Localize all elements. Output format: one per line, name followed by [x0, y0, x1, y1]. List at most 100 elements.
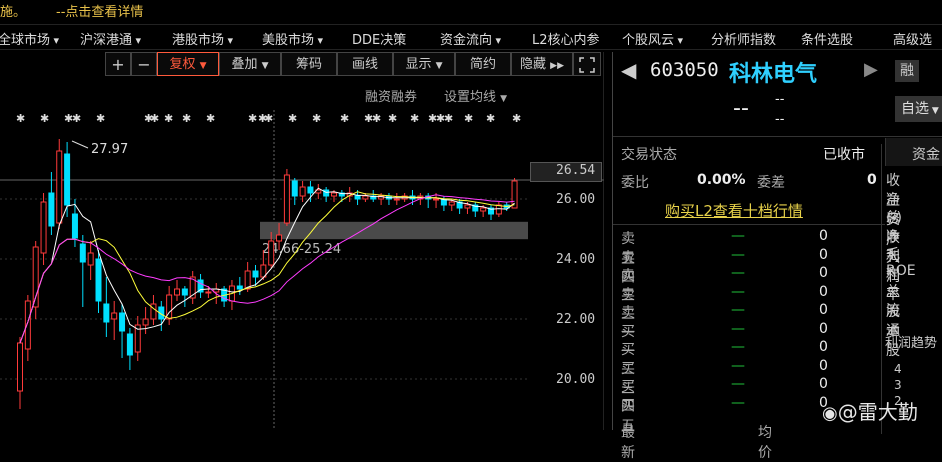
event-marker-icon: ✱ [444, 112, 453, 125]
candle-body [307, 186, 314, 194]
order-volume: 0 [819, 283, 828, 300]
event-marker-icon: ✱ [248, 112, 257, 125]
latest-label: 最新 [621, 425, 635, 461]
candle-body [283, 174, 290, 224]
finance-item: ROE [886, 262, 916, 279]
kline-chart[interactable]: 24.66-25.2427.97✱ ✱ ✱✱ ✱ ✱✱ ✱ ✱ ✱ ✱ ✱✱ ✱ ✱ ✱ ✱✱ ✱ ✱ ✱✱✱ ✱… [0, 0, 604, 430]
chevron-down-icon: ▼ [929, 106, 939, 116]
menu-item[interactable]: 高级选 [893, 29, 932, 48]
event-marker-icon: ✱ [72, 112, 81, 125]
rong-badge[interactable]: 融 [895, 60, 919, 82]
event-marker-icon: ✱ [512, 112, 521, 125]
trade-status-label: 交易状态 [621, 147, 677, 163]
next-stock-icon[interactable]: ▶ [864, 59, 878, 80]
add-watchlist-label: 自选 [901, 101, 929, 117]
candle-body [252, 270, 259, 278]
order-volume: 0 [819, 320, 828, 337]
order-volume: 0 [819, 228, 828, 244]
order-price: — [731, 320, 745, 337]
current-price-box: 26.54 [530, 162, 602, 182]
event-marker-icon: ✱ [164, 112, 173, 125]
y-tick-label: 24.00 [556, 252, 596, 267]
menu-item-label: 个股风云 [622, 33, 675, 48]
candle-body [48, 192, 55, 227]
event-marker-icon: ✱ [312, 112, 321, 125]
event-marker-icon: ✱ [150, 112, 159, 125]
candle-body [64, 153, 71, 206]
order-price: — [731, 265, 745, 281]
menu-item-label: 条件选股 [801, 33, 854, 48]
menu-item[interactable]: 分析师指数 [711, 29, 776, 48]
event-marker-icon: ✱ [464, 112, 473, 125]
candle-body [79, 243, 86, 263]
candle-body [236, 285, 243, 290]
event-marker-icon: ✱ [288, 112, 297, 125]
candle-body [126, 333, 133, 356]
event-marker-icon: ✱ [206, 112, 215, 125]
chevron-down-icon: ▾ [674, 34, 684, 47]
order-volume: 0 [819, 339, 828, 355]
candle-body [142, 318, 149, 326]
event-marker-icon: ✱ [264, 112, 273, 125]
high-price-label: 27.97 [91, 142, 128, 157]
stock-name: 科林电气 [729, 62, 818, 87]
avg-price-label: 均价 [758, 425, 772, 461]
order-price: — [731, 339, 745, 355]
event-marker-icon: ✱ [410, 112, 419, 125]
menu-item[interactable]: 个股风云 ▾ [622, 29, 683, 48]
weibi-value: 0.00% [697, 172, 746, 188]
divider [613, 224, 885, 225]
candle-body [448, 201, 455, 206]
y-tick-label: 26.00 [556, 192, 596, 207]
candle-body [480, 207, 487, 212]
trade-status: 已收市 [823, 147, 865, 163]
order-price: — [731, 357, 745, 374]
candle-body [95, 258, 102, 302]
l2-buy-link[interactable]: 购买L2查看十档行情 [665, 200, 803, 221]
gap-zone [260, 221, 528, 240]
candle-body [24, 300, 31, 350]
menu-item[interactable]: 条件选股 [801, 29, 853, 48]
tab-zijin[interactable]: 资金 [885, 138, 942, 166]
profit-trend-label: 利润趋势 [885, 336, 938, 351]
order-volume: 0 [819, 357, 828, 374]
order-volume: 0 [819, 376, 828, 392]
weibi-label: 委比 [621, 175, 649, 191]
weicha-label: 委差 [757, 175, 785, 191]
change-value: -- [775, 92, 785, 107]
candle-body [103, 303, 110, 323]
candle-body [331, 192, 337, 197]
high-marker-line [71, 140, 89, 149]
order-price: — [731, 283, 745, 300]
y-tick-label: 20.00 [556, 372, 596, 387]
candle-body [87, 252, 94, 266]
candle-body [40, 201, 47, 254]
candle-body [17, 342, 23, 392]
candle-body [362, 195, 369, 200]
order-price: — [731, 302, 745, 318]
prev-stock-icon[interactable]: ◀ [621, 58, 636, 82]
candle-body [433, 198, 440, 201]
add-watchlist-button[interactable]: 自选 ▼ [895, 96, 942, 122]
event-marker-icon: ✱ [182, 112, 191, 125]
order-price: — [731, 246, 745, 263]
order-volume: 0 [819, 246, 828, 263]
candle-body [181, 288, 188, 296]
ma10-line [19, 191, 515, 344]
tab-zijin-label: 资金 [912, 147, 940, 163]
candle-body [291, 180, 298, 197]
current-price-label: 26.54 [556, 163, 596, 178]
divider [613, 136, 942, 137]
divider [881, 144, 882, 434]
order-price: — [731, 376, 745, 392]
candle-body [174, 288, 180, 296]
candle-body [495, 204, 502, 215]
event-marker-icon: ✱ [388, 112, 397, 125]
candle-body [111, 312, 118, 320]
event-marker-icon: ✱ [16, 112, 25, 125]
stock-code: 603050 [650, 59, 719, 81]
weibo-icon: ◉ [822, 403, 838, 424]
candle-body [276, 234, 283, 242]
event-marker-icon: ✱ [40, 112, 49, 125]
candle-body [464, 204, 471, 209]
